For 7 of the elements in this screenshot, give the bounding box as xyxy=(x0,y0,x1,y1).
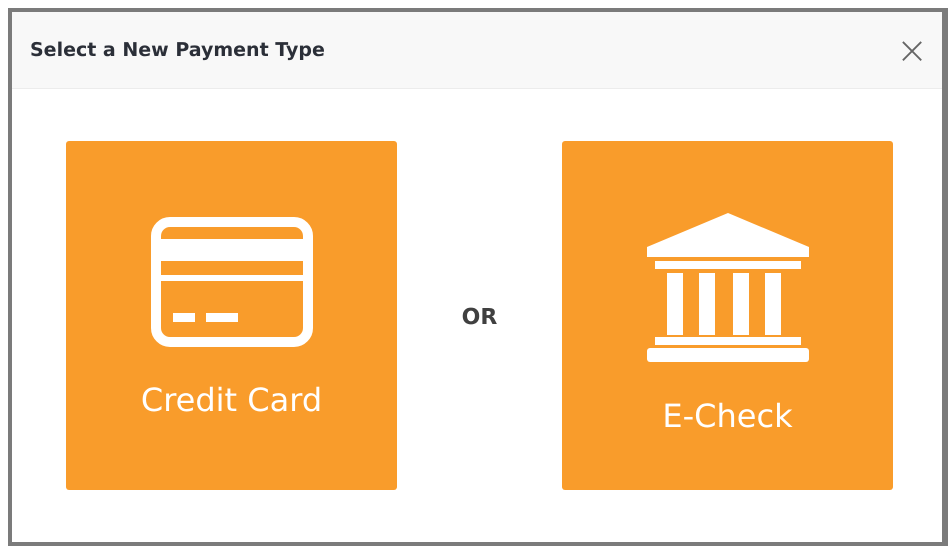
dialog-title: Select a New Payment Type xyxy=(30,39,325,61)
credit-card-icon xyxy=(150,217,312,347)
bank-building-icon xyxy=(646,213,808,363)
close-button[interactable]: × xyxy=(890,31,934,69)
payment-option-button[interactable]: Credit Card xyxy=(66,141,397,490)
or-separator: OR xyxy=(460,305,498,330)
payment-option-button[interactable]: E-Check xyxy=(562,141,893,490)
